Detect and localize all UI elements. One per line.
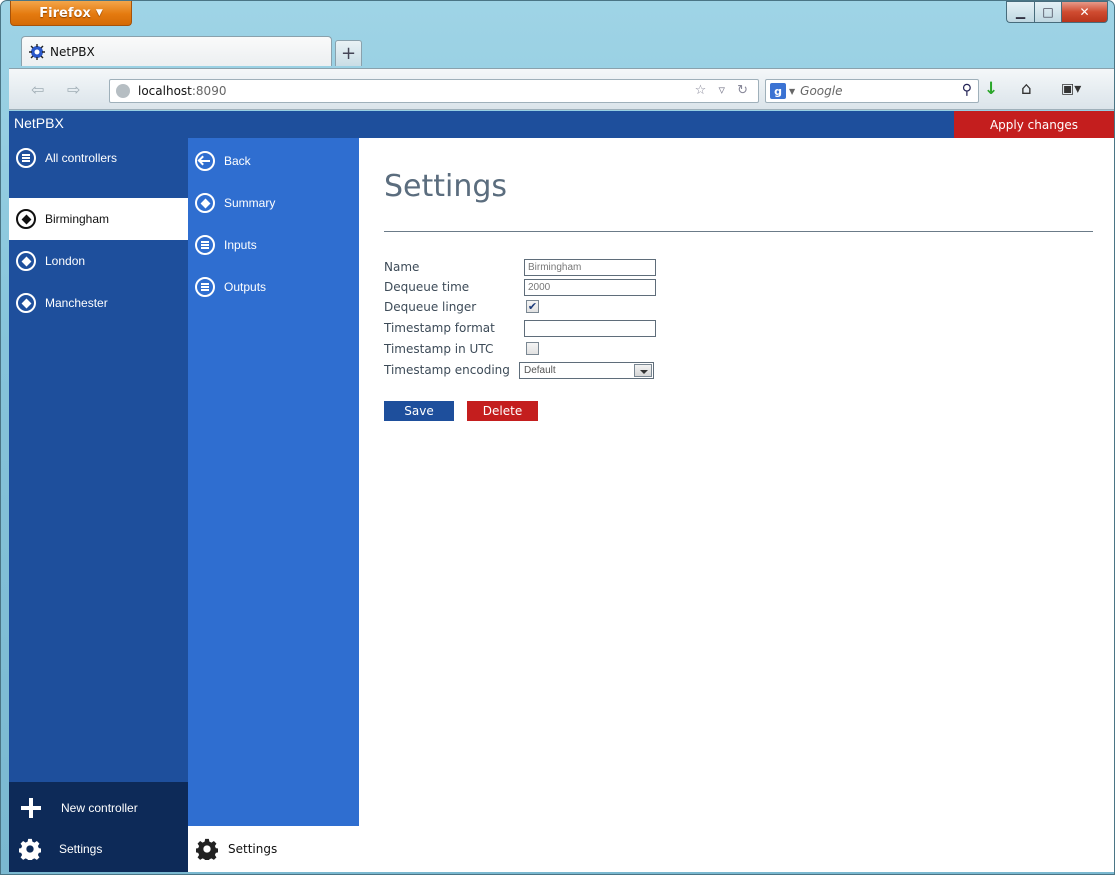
diamond-icon (16, 251, 36, 271)
settings-label: Settings (59, 842, 103, 856)
browser-tab[interactable]: NetPBX (21, 36, 332, 66)
plus-icon (19, 796, 43, 820)
name-input[interactable]: Birmingham (524, 259, 656, 276)
diamond-icon (16, 293, 36, 313)
timestamp-encoding-value: Default (524, 365, 556, 376)
subnav-item-label: Inputs (224, 238, 257, 252)
forward-arrow-icon[interactable]: ⇨ (67, 80, 80, 99)
form-row-name: Name Birmingham (384, 258, 656, 276)
close-window-button[interactable]: ✕ (1062, 1, 1108, 23)
new-tab-button[interactable]: + (335, 40, 362, 66)
list-icon (195, 235, 215, 255)
diamond-icon (195, 193, 215, 213)
google-icon: g (770, 83, 786, 99)
dequeue-time-label: Dequeue time (384, 280, 470, 294)
diamond-icon (16, 209, 36, 229)
form-row-timestamp-format: Timestamp format (384, 319, 656, 337)
tab-strip: NetPBX + (21, 36, 362, 66)
download-icon[interactable]: ↓ (984, 79, 998, 99)
title-divider (384, 231, 1093, 232)
sidebar-item-label: All controllers (45, 151, 118, 165)
sidebar-item-label: Manchester (45, 296, 108, 310)
controller-sidebar: All controllers Birmingham London Manche… (9, 138, 188, 872)
sidebar-footer: New controller Settings (9, 782, 188, 872)
chevron-down-icon[interactable] (634, 364, 652, 377)
subnav-item-label: Outputs (224, 280, 267, 294)
firefox-menu-button[interactable]: Firefox ▼ (10, 1, 132, 26)
firefox-menu-label: Firefox (39, 5, 91, 21)
sidebar-item-label: Birmingham (45, 212, 110, 226)
save-button[interactable]: Save (384, 401, 454, 421)
url-host: localhost (138, 84, 192, 98)
search-placeholder: Google (800, 84, 843, 98)
url-bar[interactable]: localhost:8090 ☆ ▿ ↻ (109, 79, 759, 103)
page-title: Settings (384, 169, 508, 204)
timestamp-encoding-label: Timestamp encoding (384, 363, 510, 377)
main-content: Settings Name Birmingham Dequeue time 20… (359, 138, 1114, 872)
tab-title: NetPBX (50, 44, 95, 59)
subnav-item-label: Back (224, 154, 251, 168)
list-icon (195, 277, 215, 297)
form-row-dequeue-linger: Dequeue linger ✔ (384, 298, 539, 316)
name-label: Name (384, 260, 420, 274)
form-row-timestamp-encoding: Timestamp encoding Default (384, 361, 654, 379)
gear-icon (195, 838, 219, 863)
subnav-item-back[interactable]: Back (195, 151, 251, 171)
arrow-left-icon (195, 151, 215, 171)
dequeue-linger-label: Dequeue linger (384, 300, 477, 314)
sidebar-item-manchester[interactable]: Manchester (16, 293, 108, 313)
timestamp-utc-checkbox[interactable] (526, 342, 539, 355)
search-bar[interactable]: g ▼ Google ⚲ (765, 79, 979, 103)
global-settings-button[interactable]: Settings (18, 838, 103, 863)
app: NetPBX Apply changes All controllers Bir… (9, 111, 1114, 872)
new-controller-label: New controller (61, 801, 138, 815)
home-icon[interactable]: ⌂ (1021, 79, 1032, 99)
search-icon[interactable]: ⚲ (962, 82, 972, 98)
minimize-button[interactable]: ▁ (1006, 1, 1034, 23)
favicon-icon (28, 43, 46, 61)
apply-changes-button[interactable]: Apply changes (954, 111, 1114, 138)
chevron-down-icon: ▼ (95, 8, 103, 18)
delete-button[interactable]: Delete (467, 401, 538, 421)
browser-window: Firefox ▼ ▁ □ ✕ NetPBX + ⇦ ⇨ localhost:… (0, 0, 1115, 875)
timestamp-encoding-select[interactable]: Default (519, 362, 654, 379)
timestamp-utc-label: Timestamp in UTC (384, 342, 494, 356)
form-row-dequeue-time: Dequeue time 2000 (384, 278, 656, 296)
gear-icon (18, 838, 42, 863)
subnav-item-inputs[interactable]: Inputs (195, 235, 257, 255)
subnav-settings-label: Settings (228, 842, 278, 856)
subnav-settings-item[interactable]: Settings (188, 826, 359, 872)
dequeue-time-input[interactable]: 2000 (524, 279, 656, 296)
dequeue-linger-checkbox[interactable]: ✔ (526, 300, 539, 313)
sidebar-item-london[interactable]: London (16, 251, 85, 271)
maximize-button[interactable]: □ (1034, 1, 1062, 23)
bookmarks-menu-icon[interactable]: ▣▾ (1061, 81, 1081, 97)
globe-icon (116, 84, 130, 98)
new-controller-button[interactable]: New controller (19, 796, 138, 820)
brand-title: NetPBX (14, 115, 64, 131)
app-header: NetPBX Apply changes (9, 111, 1114, 138)
bookmark-star-icon[interactable]: ☆ ▿ ↻ (695, 83, 752, 98)
sidebar-item-label: London (45, 254, 86, 268)
url-port: :8090 (191, 84, 227, 98)
controller-subnav: Back Summary Inputs Outputs Settings (188, 138, 359, 872)
subnav-item-label: Summary (224, 196, 276, 210)
sidebar-item-birmingham[interactable]: Birmingham (9, 198, 188, 240)
form-row-timestamp-utc: Timestamp in UTC (384, 340, 539, 358)
back-arrow-icon[interactable]: ⇦ (31, 80, 44, 99)
chevron-down-icon[interactable]: ▼ (789, 87, 795, 96)
navigation-bar: ⇦ ⇨ localhost:8090 ☆ ▿ ↻ g ▼ Google ⚲ ↓ … (9, 68, 1114, 110)
window-controls: ▁ □ ✕ (1006, 1, 1108, 23)
sidebar-item-all-controllers[interactable]: All controllers (16, 148, 117, 168)
timestamp-format-input[interactable] (524, 320, 656, 337)
subnav-item-summary[interactable]: Summary (195, 193, 275, 213)
timestamp-format-label: Timestamp format (384, 321, 495, 335)
list-icon (16, 148, 36, 168)
subnav-item-outputs[interactable]: Outputs (195, 277, 266, 297)
